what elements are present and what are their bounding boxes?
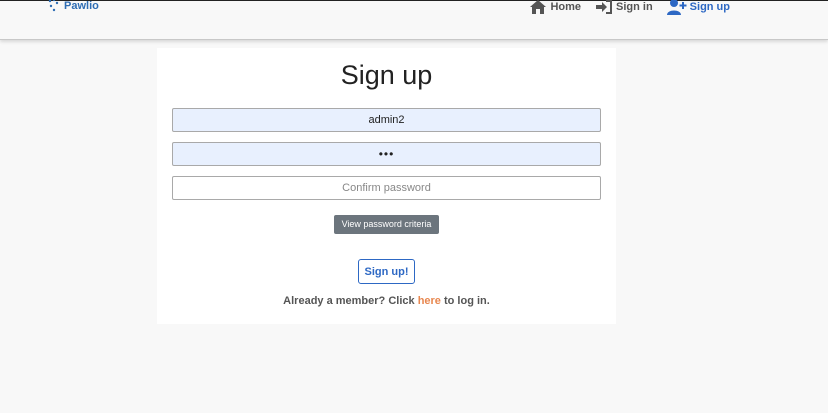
member-suffix: to log in. bbox=[440, 295, 490, 307]
nav-home-label: Home bbox=[550, 1, 581, 13]
view-password-criteria-button[interactable]: View password criteria bbox=[334, 215, 439, 234]
username-input[interactable] bbox=[172, 108, 601, 132]
password-input[interactable] bbox=[172, 142, 601, 166]
paw-dots-icon bbox=[48, 0, 59, 12]
sign-in-icon bbox=[596, 0, 612, 14]
confirm-password-input[interactable] bbox=[172, 176, 601, 200]
nav-home[interactable]: Home bbox=[529, 0, 581, 15]
nav-sign-up[interactable]: Sign up bbox=[666, 0, 730, 16]
home-icon bbox=[530, 0, 547, 14]
already-member-text: Already a member? Click here to log in. bbox=[157, 295, 616, 307]
page-title: Sign up bbox=[340, 60, 433, 90]
nav-sign-in[interactable]: Sign in bbox=[595, 0, 653, 15]
nav-sign-up-label: Sign up bbox=[689, 1, 730, 13]
login-link[interactable]: here bbox=[418, 295, 441, 307]
nav-sign-in-label: Sign in bbox=[616, 1, 653, 13]
brand-name: Pawlio bbox=[64, 0, 99, 12]
signup-card: Sign up View password criteria Sign up! … bbox=[157, 48, 616, 324]
navbar: Pawlio Home Sign in Sign up bbox=[0, 0, 828, 40]
brand-logo[interactable]: Pawlio bbox=[48, 0, 99, 13]
sign-up-button[interactable]: Sign up! bbox=[358, 259, 415, 284]
add-user-icon bbox=[666, 0, 687, 15]
nav-links: Home Sign in Sign up bbox=[529, 0, 730, 16]
member-prefix: Already a member? Click bbox=[283, 295, 418, 307]
